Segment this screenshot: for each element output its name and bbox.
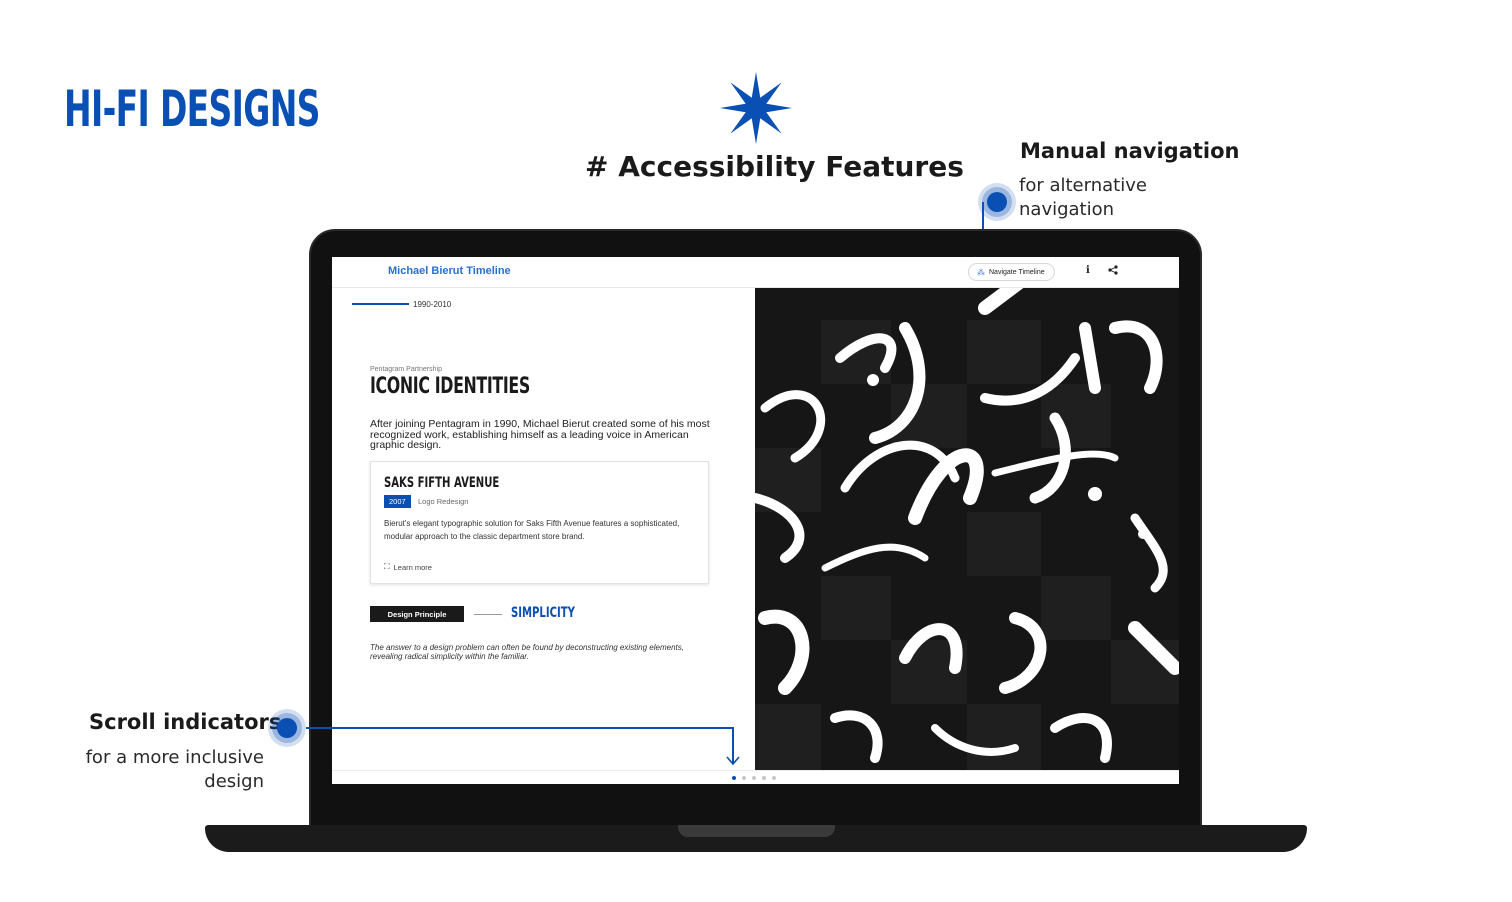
scroll-marker-dot xyxy=(268,709,306,747)
timeline-nodes-icon: ⁂ xyxy=(977,267,985,277)
project-category: Logo Redesign xyxy=(418,497,469,506)
navigate-timeline-label: Navigate Timeline xyxy=(989,268,1045,276)
navigate-timeline-button[interactable]: ⁂ Navigate Timeline xyxy=(968,263,1055,281)
saks-typography-collage xyxy=(755,288,1179,770)
project-card[interactable]: SAKS FIFTH AVENUE 2007 Logo Redesign Bie… xyxy=(370,461,709,584)
scroll-dot[interactable] xyxy=(742,776,746,780)
content-panel: 1990-2010 Pentagram Partnership ICONIC I… xyxy=(332,288,755,784)
principle-quote: The answer to a design problem can often… xyxy=(370,643,684,661)
laptop-screen: Michael Bierut Timeline ⁂ Navigate Timel… xyxy=(332,257,1179,784)
design-principle-badge: Design Principle xyxy=(370,606,464,622)
section-kicker: Pentagram Partnership xyxy=(370,366,442,373)
expand-icon: ⛶ xyxy=(384,562,390,571)
info-icon[interactable]: i xyxy=(1086,265,1090,276)
scroll-indicator[interactable] xyxy=(718,772,790,784)
scroll-dot[interactable] xyxy=(752,776,756,780)
year-badge: 2007 xyxy=(384,495,411,508)
accessibility-heading: # Accessibility Features xyxy=(585,150,964,183)
scroll-track xyxy=(332,770,1179,771)
typographic-artwork xyxy=(755,288,1179,770)
learn-more-link[interactable]: ⛶ Learn more xyxy=(384,562,432,572)
principle-divider xyxy=(474,614,502,615)
project-card-title: SAKS FIFTH AVENUE xyxy=(384,475,500,491)
scroll-connector-horizontal xyxy=(306,727,734,729)
manual-nav-annotation-subtitle: for alternative navigation xyxy=(1019,175,1147,220)
manual-nav-annotation-title: Manual navigation xyxy=(1020,139,1240,163)
scroll-dot[interactable] xyxy=(762,776,766,780)
project-card-body: Bierut's elegant typographic solution fo… xyxy=(384,519,680,541)
section-intro: After joining Pentagram in 1990, Michael… xyxy=(370,418,710,451)
scroll-dot[interactable] xyxy=(772,776,776,780)
app-header: Michael Bierut Timeline ⁂ Navigate Timel… xyxy=(332,257,1179,288)
scroll-dot[interactable] xyxy=(732,776,736,780)
learn-more-label: Learn more xyxy=(393,562,432,572)
asterisk-star-icon xyxy=(720,72,792,144)
principle-word: SIMPLICITY xyxy=(511,605,575,621)
scroll-annotation-subtitle: for a more inclusive design xyxy=(85,747,264,792)
page-heading: HI-FI DESIGNS xyxy=(64,80,320,138)
section-title: ICONIC IDENTITIES xyxy=(370,374,530,399)
app-brand[interactable]: Michael Bierut Timeline xyxy=(388,265,511,277)
scroll-arrow-icon xyxy=(726,756,740,766)
era-indicator-line xyxy=(352,303,409,305)
share-icon[interactable] xyxy=(1108,265,1118,275)
scroll-annotation-title: Scroll indicators xyxy=(89,710,282,734)
era-label: 1990-2010 xyxy=(413,300,452,309)
laptop-notch xyxy=(678,825,835,837)
